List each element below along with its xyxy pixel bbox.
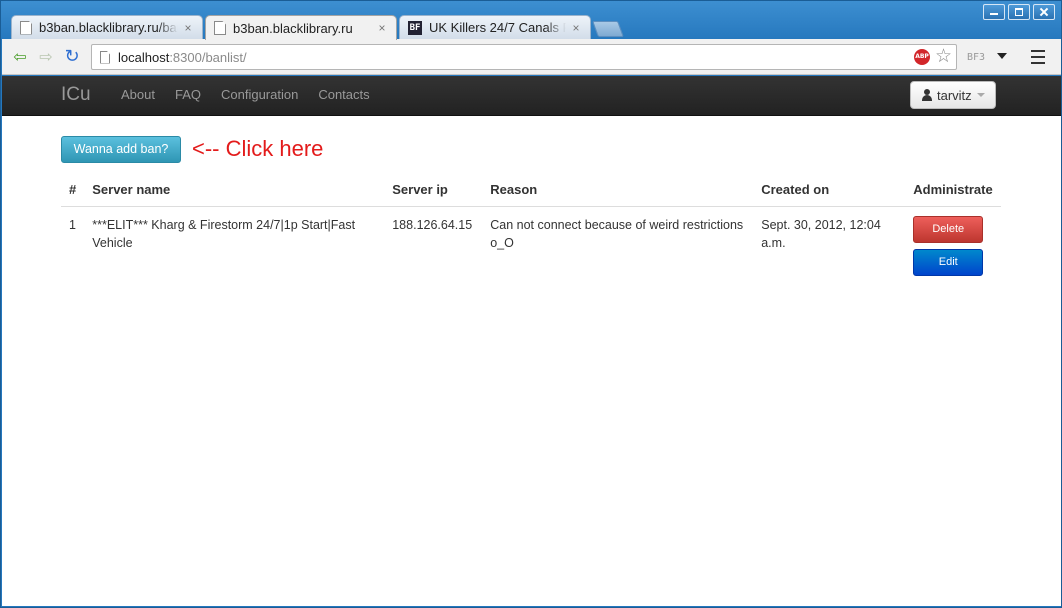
cell-reason: Can not connect because of weird restric…: [490, 218, 744, 250]
col-header-reason: Reason: [482, 176, 754, 207]
reload-icon[interactable]: ↻: [62, 47, 82, 67]
nav-links: About FAQ Configuration Contacts: [121, 87, 390, 102]
click-here-hint: <-- Click here: [192, 136, 324, 161]
bf3-extension-icon[interactable]: BF3: [967, 52, 985, 63]
browser-toolbar: ⇦ ⇨ ↻ localhost:8300/banlist/ ABP ☆ BF3: [2, 39, 1061, 75]
nav-link-contacts[interactable]: Contacts: [318, 87, 369, 102]
add-ban-button[interactable]: Wanna add ban?: [61, 136, 181, 163]
back-arrow-icon[interactable]: ⇦: [10, 47, 30, 67]
tab-uk-killers[interactable]: BF UK Killers 24/7 Canals Fi ×: [399, 15, 591, 39]
tab-title: b3ban.blacklibrary.ru/ban: [39, 20, 178, 35]
table-header-row: # Server name Server ip Reason Created o…: [61, 176, 1001, 207]
cell-num: 1: [69, 218, 76, 232]
browser-window: b3ban.blacklibrary.ru/ban × b3ban.blackl…: [0, 0, 1062, 608]
close-tab-icon[interactable]: ×: [570, 21, 582, 35]
username: tarvitz: [937, 87, 972, 103]
col-header-created-on: Created on: [753, 176, 906, 207]
cell-server-ip: 188.126.64.15: [392, 218, 473, 232]
site-brand[interactable]: ICu: [61, 84, 91, 106]
site-navbar: ICu About FAQ Configuration Contacts tar…: [2, 76, 1061, 116]
cell-created-on: Sept. 30, 2012, 12:04 a.m.: [761, 218, 881, 250]
tab-title: UK Killers 24/7 Canals Fi: [429, 20, 566, 35]
delete-button[interactable]: Delete: [913, 216, 984, 243]
ban-table: # Server name Server ip Reason Created o…: [61, 176, 1001, 285]
url-host: localhost: [118, 49, 170, 65]
page-icon: [214, 21, 226, 35]
edit-button[interactable]: Edit: [913, 249, 984, 276]
cell-administrate: Delete Edit: [905, 207, 1001, 286]
window-controls: [983, 4, 1055, 20]
chevron-down-icon[interactable]: [997, 53, 1007, 59]
caret-down-icon: [976, 93, 985, 97]
col-header-num: #: [61, 176, 85, 207]
nav-link-configuration[interactable]: Configuration: [221, 87, 298, 102]
minimize-icon[interactable]: [983, 4, 1005, 20]
address-bar[interactable]: localhost:8300/banlist/ ABP ☆: [91, 44, 957, 70]
forward-arrow-icon[interactable]: ⇨: [36, 47, 56, 67]
user-menu-button[interactable]: tarvitz: [910, 81, 996, 109]
bookmark-star-icon[interactable]: ☆: [935, 46, 952, 68]
new-tab-button[interactable]: [592, 21, 624, 37]
page-icon: [20, 20, 32, 35]
maximize-icon[interactable]: [1008, 4, 1030, 20]
close-tab-icon[interactable]: ×: [376, 21, 388, 35]
url-path: :8300/banlist/: [169, 49, 247, 65]
col-header-server-name: Server name: [84, 176, 385, 207]
tab-banlist-add[interactable]: b3ban.blacklibrary.ru/ban ×: [11, 15, 203, 39]
table-row: 1 ***ELIT*** Kharg & Firestorm 24/7|1p S…: [61, 207, 1001, 286]
adblock-icon[interactable]: ABP: [914, 49, 930, 65]
page-icon: [100, 50, 110, 64]
cell-server-name: ***ELIT*** Kharg & Firestorm 24/7|1p Sta…: [92, 218, 356, 250]
nav-link-about[interactable]: About: [121, 87, 155, 102]
col-header-server-ip: Server ip: [384, 176, 483, 207]
menu-icon[interactable]: [1031, 50, 1045, 68]
tab-title: b3ban.blacklibrary.ru: [233, 20, 353, 36]
col-header-administrate: Administrate: [905, 176, 1001, 207]
tab-strip: b3ban.blacklibrary.ru/ban × b3ban.blackl…: [11, 15, 624, 40]
tab-banlist[interactable]: b3ban.blacklibrary.ru ×: [205, 15, 397, 40]
bf-logo-icon: BF: [408, 20, 422, 35]
page-content: ICu About FAQ Configuration Contacts tar…: [2, 76, 1061, 606]
close-window-icon[interactable]: [1033, 4, 1055, 20]
close-tab-icon[interactable]: ×: [182, 21, 194, 35]
nav-link-faq[interactable]: FAQ: [175, 87, 201, 102]
user-icon: [922, 89, 932, 101]
